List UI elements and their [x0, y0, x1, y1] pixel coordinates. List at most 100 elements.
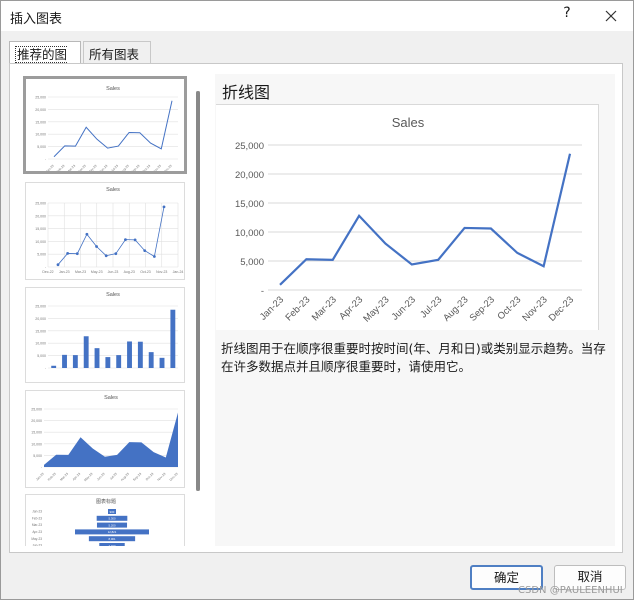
thumb-x-tick: Nov-23: [156, 472, 166, 482]
thumb-y-tick: 20,000: [35, 214, 46, 218]
dialog-title: 插入图表: [10, 12, 63, 27]
thumb-marker: [143, 249, 147, 253]
thumb-marker: [56, 263, 60, 267]
thumb-x-tick: Jun-23: [108, 270, 119, 274]
thumb-y-tick: 15,000: [35, 227, 46, 231]
thumb-bar: [62, 354, 67, 368]
sales-line: [279, 153, 572, 286]
thumb-x-tick: Apr-23: [77, 164, 87, 171]
thumb-x-tick: Dec-22: [42, 270, 53, 274]
y-tick-label: 5,000: [240, 257, 264, 268]
x-tick-label: May-23: [361, 294, 391, 324]
x-tick-label: Jan-23: [258, 294, 286, 322]
x-tick-label: Jun-23: [390, 294, 418, 322]
thumb-funnel-category: Jun-23: [32, 544, 42, 546]
thumb-title: Sales: [104, 395, 118, 401]
thumb-x-tick: Jan-23: [45, 164, 55, 171]
title-bar: 插入图表 ?: [1, 1, 633, 31]
thumb-y-tick: -: [45, 158, 47, 162]
thumb-funnel-category: Feb-23: [32, 516, 42, 520]
thumb-marker: [95, 245, 98, 248]
watermark-text: CSDN @PAULEENHUI: [518, 585, 623, 596]
tab-all-charts[interactable]: 所有图表: [83, 41, 151, 63]
thumb-bar: [148, 352, 154, 368]
thumb-y-tick: 20,000: [35, 317, 46, 321]
thumb-title: Sales: [106, 187, 120, 193]
thumb-bar: [51, 365, 57, 368]
thumbnail-column-chart[interactable]: Sales - 5,000 10,000 15,000 20,000 25,000: [25, 287, 185, 383]
thumb-x-tick: Mar-23: [59, 472, 69, 482]
preview-chart-area: Sales - 5,000 10,000 15,000 20,000 25,000 Jan-2…: [216, 104, 599, 330]
tab-label: 所有图表: [89, 47, 140, 62]
column-thumbnail-chart: Sales - 5,000 10,000 15,000 20,000 25,000: [35, 292, 178, 371]
chart-title: Sales: [392, 115, 425, 130]
thumb-y-tick: 15,000: [35, 329, 46, 333]
thumb-bar: [105, 357, 111, 368]
y-tick-label: 25,000: [235, 141, 264, 152]
thumb-x-tick: Feb-23: [55, 164, 65, 171]
thumb-bar: [137, 341, 143, 368]
thumbnail-line-chart[interactable]: Sales - 5,000 10,000 15,000 20,000 25,000 Jan-2…: [23, 76, 187, 174]
thumb-funnel-label: 900: [110, 510, 115, 514]
thumbnail-scrollbar-thumb[interactable]: [196, 91, 200, 491]
tab-recommended-charts[interactable]: 推荐的图表: [9, 41, 81, 82]
area-thumbnail-chart: Sales - 5,000 10,000 15,000 20,000 25,000 Jan-2…: [31, 395, 179, 483]
close-icon: [605, 10, 617, 22]
thumb-marker: [66, 252, 70, 255]
thumb-y-tick: -: [45, 367, 47, 371]
thumb-x-tick: Apr-23: [72, 472, 82, 482]
thumb-y-tick: 25,000: [35, 202, 46, 206]
thumb-y-tick: 10,000: [35, 133, 46, 137]
close-button[interactable]: [600, 5, 622, 27]
thumb-y-tick: 10,000: [35, 240, 46, 244]
thumbnail-funnel-chart[interactable]: 图表标题 Jan-23 900 Feb-23 5,300 Mar-23 5,200 Apr-2…: [25, 494, 185, 546]
thumb-bar: [94, 348, 100, 368]
thumb-bar: [170, 309, 176, 368]
thumb-bar: [72, 355, 78, 368]
thumb-y-tick: 10,000: [31, 442, 42, 446]
x-tick-label: Nov-23: [520, 294, 549, 323]
thumb-x-tick: Nov-23: [156, 270, 167, 274]
chart-description: 折线图用于在顺序很重要时按时间(年、月和日)或类别显示趋势。当存在许多数据点并且…: [221, 341, 606, 374]
thumb-x-tick: Jul-23: [109, 472, 118, 481]
thumb-x-tick: Jul-23: [110, 164, 119, 171]
thumb-funnel-category: May-23: [31, 537, 42, 541]
thumb-x-tick: Mar-23: [66, 164, 76, 171]
y-tick-label: 15,000: [235, 199, 264, 210]
thumb-x-tick: Jun-23: [99, 164, 109, 171]
thumb-funnel-label: 8,001: [109, 537, 116, 541]
thumb-x-tick: Oct-23: [142, 164, 152, 171]
thumb-x-tick: Dec-23: [169, 472, 179, 482]
x-tick-label: Apr-23: [337, 294, 365, 322]
thumbnail-scatter-chart[interactable]: Sales - 5,000 10,000 15,000 20,000 25,000 Dec-2…: [25, 182, 185, 280]
preview-line-chart: Sales - 5,000 10,000 15,000 20,000 25,000 Jan-2…: [235, 115, 582, 325]
thumbnail-area-chart[interactable]: Sales - 5,000 10,000 15,000 20,000 25,000 Jan-2…: [25, 390, 185, 488]
thumb-y-tick: 15,000: [35, 120, 46, 124]
insert-chart-dialog: 插入图表 ? 推荐的图表 所有图表 Sales - 5,000 10,000 15,00…: [0, 0, 634, 600]
thumb-bar: [116, 355, 122, 368]
thumb-bar: [127, 341, 132, 368]
x-tick-label: Dec-23: [547, 294, 576, 323]
thumb-x-tick: May-23: [91, 270, 103, 274]
thumb-y-tick: 5,000: [37, 354, 46, 358]
x-tick-label: Mar-23: [310, 294, 339, 323]
thumb-x-tick: Nov-23: [152, 164, 162, 171]
thumb-y-tick: 25,000: [35, 96, 46, 100]
thumb-x-tick: Jan-23: [59, 270, 70, 274]
thumb-x-tick: Oct-23: [140, 270, 151, 274]
thumb-funnel-category: Mar-23: [32, 523, 42, 527]
chart-thumbnail-list: Sales - 5,000 10,000 15,000 20,000 25,000 Jan-2…: [15, 72, 191, 546]
line-thumbnail-chart: Sales - 5,000 10,000 15,000 20,000 25,000 Jan-2…: [35, 86, 178, 171]
thumb-x-tick: Dec-23: [163, 164, 173, 171]
thumb-marker: [114, 252, 118, 256]
thumb-marker: [124, 238, 127, 242]
thumb-funnel-category: Apr-23: [32, 530, 42, 534]
thumb-x-tick: May-23: [83, 472, 94, 483]
thumb-funnel-label: 4,400: [109, 544, 116, 546]
help-button[interactable]: ?: [558, 5, 576, 25]
x-tick-label: Aug-23: [441, 294, 470, 323]
thumb-x-tick: Aug-23: [120, 472, 130, 482]
funnel-thumbnail-chart: 图表标题 Jan-23 900 Feb-23 5,300 Mar-23 5,200 Apr-2…: [31, 498, 149, 546]
thumb-marker: [75, 252, 79, 256]
y-tick-label: -: [261, 286, 264, 297]
